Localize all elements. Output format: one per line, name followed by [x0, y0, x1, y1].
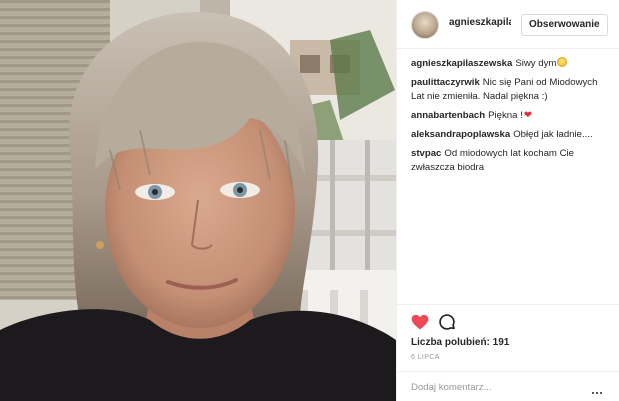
heart-icon[interactable] [410, 312, 430, 332]
post-photo[interactable] [0, 0, 396, 401]
comment: agnieszkapilaszewska Siwy dym [411, 57, 609, 71]
red-heart-emoji-icon: ❤ [523, 110, 533, 121]
grinning-face-emoji-icon [557, 57, 568, 67]
comment: aleksandrapoplawska Obłęd jak ładnie.... [411, 128, 609, 142]
comment-username[interactable]: agnieszkapilaszewska [411, 58, 512, 69]
comment-text: Siwy dym [515, 58, 557, 69]
likes-count[interactable]: Liczba polubień: 191 [411, 337, 509, 348]
comment-username[interactable]: paulittaczyrwik [411, 77, 480, 88]
post-header: agnieszkapilas Obserwowanie [397, 0, 619, 49]
comment: stvpac Od miodowych lat kocham Cie zwłasz… [411, 147, 609, 175]
comment-username[interactable]: stvpac [411, 148, 441, 159]
comment: paulittaczyrwik Nic się Pani od Miodowych… [411, 76, 609, 104]
comment-username[interactable]: aleksandrapoplawska [411, 129, 510, 140]
ellipsis-icon[interactable] [592, 381, 606, 394]
selfie-image [0, 0, 396, 401]
following-button[interactable]: Obserwowanie [521, 14, 608, 36]
add-comment-input[interactable] [411, 378, 581, 396]
comment-text: Piękna ! [488, 110, 523, 121]
post-actions: Liczba polubień: 191 6 LIPCA [397, 304, 619, 401]
avatar[interactable] [411, 11, 439, 39]
post-sidebar: agnieszkapilas Obserwowanie agnieszkapil… [396, 0, 619, 401]
add-comment-bar [397, 371, 619, 401]
post-date[interactable]: 6 LIPCA [411, 354, 440, 361]
comment: annabartenbach Piękna !❤ [411, 109, 609, 123]
header-username[interactable]: agnieszkapilas [449, 17, 511, 28]
speech-bubble-icon[interactable] [437, 312, 457, 332]
comment-text: Obłęd jak ładnie.... [513, 129, 593, 140]
comment-username[interactable]: annabartenbach [411, 110, 485, 121]
comments-list: agnieszkapilaszewska Siwy dym paulittaczy… [411, 57, 609, 180]
